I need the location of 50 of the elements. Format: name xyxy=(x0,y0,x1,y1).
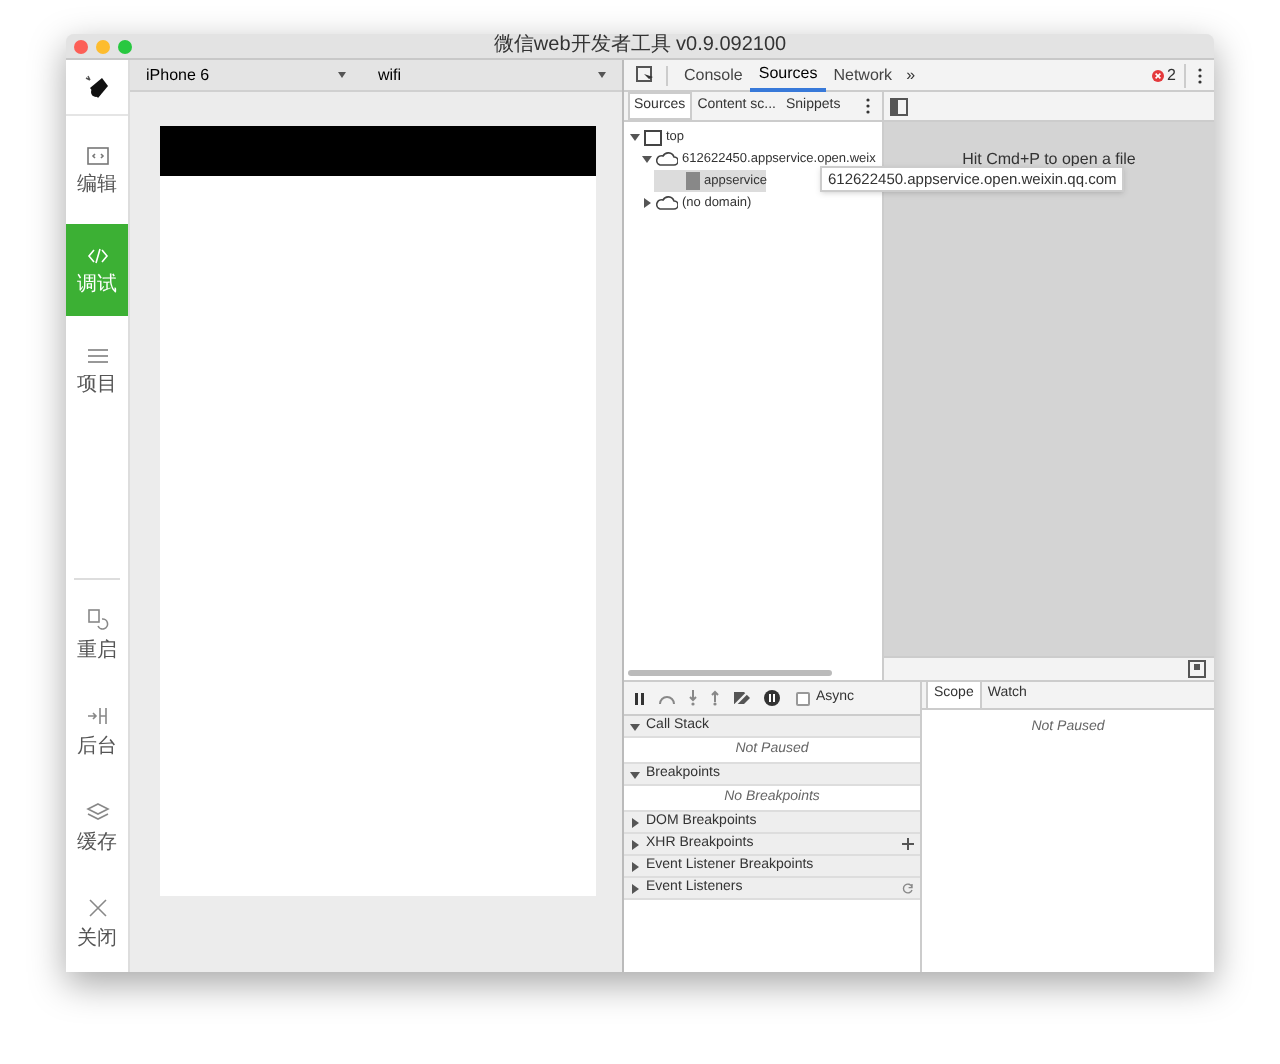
pause-icon[interactable] xyxy=(634,691,646,705)
sidebar-item[interactable]: 重启 xyxy=(66,600,128,668)
frame-icon xyxy=(644,129,662,145)
background-icon xyxy=(85,703,109,727)
close-icon xyxy=(85,895,109,919)
error-icon xyxy=(1151,69,1164,81)
expanded-triangle-icon[interactable] xyxy=(642,154,652,164)
toggle-navigator-icon[interactable] xyxy=(890,97,908,115)
collapsed-triangle-icon[interactable] xyxy=(642,198,652,208)
expanded-triangle-icon[interactable] xyxy=(630,721,640,731)
expanded-triangle-icon[interactable] xyxy=(630,769,640,779)
device-select[interactable]: iPhone 6 xyxy=(130,63,362,87)
window-title: 微信web开发者工具 v0.9.092100 xyxy=(493,36,787,56)
inspect-element-icon[interactable] xyxy=(636,66,654,84)
error-count[interactable]: 2 xyxy=(1151,63,1186,87)
step-out-icon[interactable] xyxy=(710,690,720,706)
restart-icon xyxy=(85,607,109,631)
network-select[interactable]: wifi xyxy=(362,63,622,87)
refresh-icon[interactable] xyxy=(902,882,914,894)
sidebar-item[interactable]: 项目 xyxy=(66,324,128,416)
layers-icon xyxy=(85,799,109,823)
sidebar-item[interactable]: 关闭 xyxy=(66,888,128,956)
collapsed-triangle-icon[interactable] xyxy=(630,817,640,827)
step-over-icon[interactable] xyxy=(658,691,676,705)
pause-on-exceptions-icon[interactable] xyxy=(764,690,780,706)
devtools-tab[interactable]: Console xyxy=(676,59,751,91)
dropdown-caret-icon xyxy=(598,72,606,78)
deactivate-breakpoints-icon[interactable] xyxy=(732,690,752,706)
code-window-icon xyxy=(85,144,109,168)
collapsed-triangle-icon[interactable] xyxy=(630,839,640,849)
sidebar-item[interactable]: 缓存 xyxy=(66,792,128,860)
sidebar-item[interactable]: 后台 xyxy=(66,696,128,764)
toggle-debugger-icon[interactable] xyxy=(1188,660,1206,678)
expanded-triangle-icon[interactable] xyxy=(630,132,640,142)
cloud-icon xyxy=(656,196,678,210)
devtools-tab[interactable]: Network xyxy=(825,59,901,91)
add-icon[interactable] xyxy=(902,838,914,850)
menu-icon xyxy=(85,344,109,368)
logo-icon xyxy=(83,73,111,101)
step-into-icon[interactable] xyxy=(688,690,698,706)
editor-hint: Hit Cmd+P to open a file xyxy=(962,148,1136,168)
code-icon xyxy=(85,244,109,268)
collapsed-triangle-icon[interactable] xyxy=(630,883,640,893)
file-icon xyxy=(686,172,700,190)
horizontal-scrollbar[interactable] xyxy=(628,670,832,676)
cloud-icon xyxy=(656,152,678,166)
sidebar-item[interactable]: 编辑 xyxy=(66,124,128,216)
collapsed-triangle-icon[interactable] xyxy=(630,861,640,871)
dropdown-caret-icon xyxy=(338,72,346,78)
more-tabs-button[interactable]: » xyxy=(900,63,922,87)
